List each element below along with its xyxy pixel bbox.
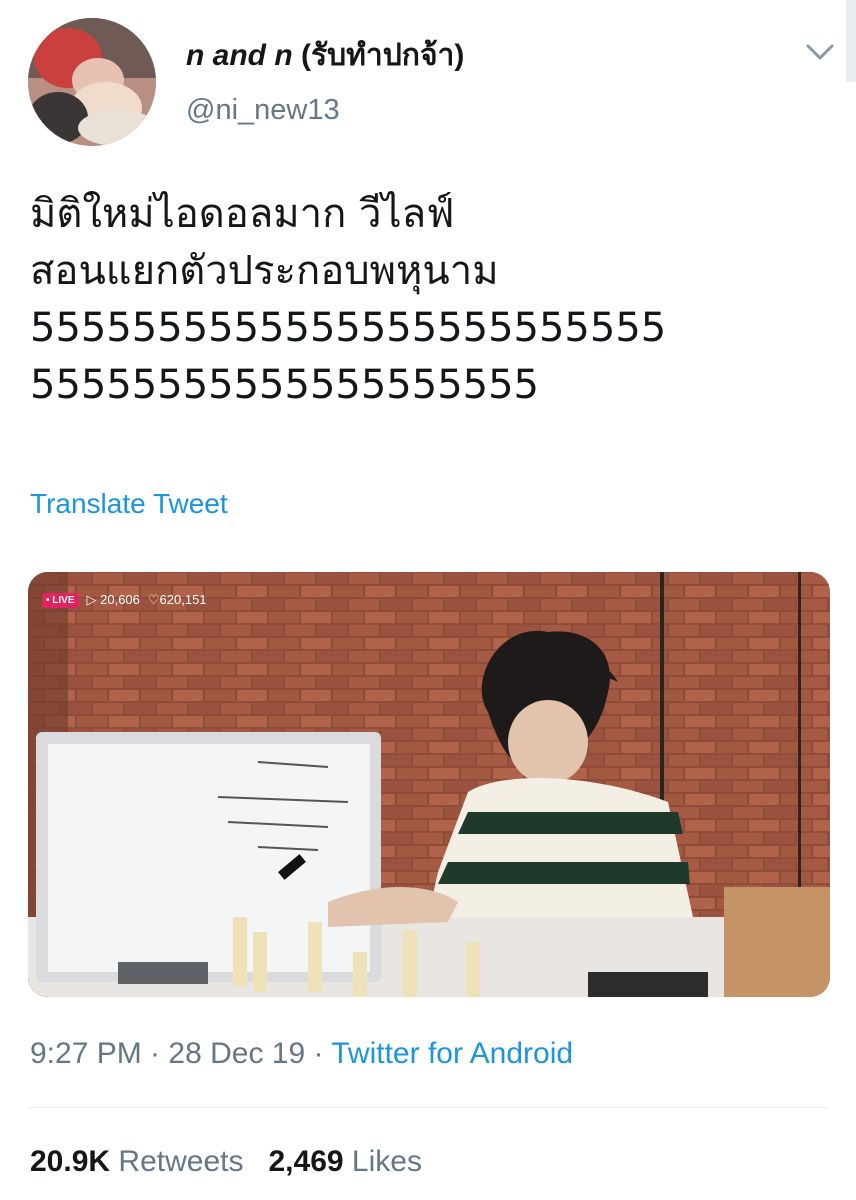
chevron-down-icon[interactable] [802, 34, 838, 70]
tweet-source-link[interactable]: Twitter for Android [331, 1037, 573, 1070]
live-badge: • LIVE [42, 592, 79, 608]
tweet-timestamp[interactable]: 9:27 PM · 28 Dec 19 · [30, 1037, 331, 1070]
tweet-text-line: มิติใหม่ไอดอลมาก วีไลฟ์ [30, 191, 455, 237]
heart-count: ♡620,151 [147, 592, 207, 607]
translate-tweet-link[interactable]: Translate Tweet [30, 486, 228, 522]
tweet-text: มิติใหม่ไอดอลมาก วีไลฟ์ สอนแยกตัวประกอบพ… [30, 186, 830, 414]
retweets-label: Retweets [118, 1145, 244, 1178]
divider [28, 1107, 828, 1108]
likes-stat[interactable]: 2,469 Likes [268, 1145, 421, 1178]
photo-content [28, 572, 830, 997]
author-name-latin: n and n [186, 39, 293, 72]
author-name-thai: (รับทำปกจ้า) [301, 39, 465, 72]
scroll-edge [846, 0, 856, 82]
tweet-text-line: สอนแยกตัวประกอบพหุนาม [30, 248, 499, 294]
tweet-metadata: 9:27 PM · 28 Dec 19 · Twitter for Androi… [30, 1034, 573, 1074]
live-stats-overlay: • LIVE ▷ 20,606 ♡620,151 [42, 592, 207, 608]
retweets-count: 20.9K [30, 1145, 111, 1178]
avatar[interactable] [28, 18, 156, 146]
view-count: ▷ 20,606 [86, 592, 140, 607]
tweet-stats: 20.9K Retweets 2,469 Likes [30, 1142, 422, 1182]
avatar-photo [28, 18, 156, 146]
author-name[interactable]: n and n (รับทำปกจ้า) [186, 36, 464, 76]
likes-count: 2,469 [268, 1145, 344, 1178]
tweet-text-line: 55555555555555555555 [30, 362, 539, 408]
likes-label: Likes [351, 1145, 422, 1178]
tweet-media-photo[interactable]: • LIVE ▷ 20,606 ♡620,151 [28, 572, 830, 997]
tweet-text-line: 5555555555555555555555555 [30, 305, 667, 351]
author-handle[interactable]: @ni_new13 [186, 92, 340, 128]
retweets-stat[interactable]: 20.9K Retweets [30, 1145, 252, 1178]
tweet-header: n and n (รับทำปกจ้า) @ni_new13 [0, 0, 856, 150]
